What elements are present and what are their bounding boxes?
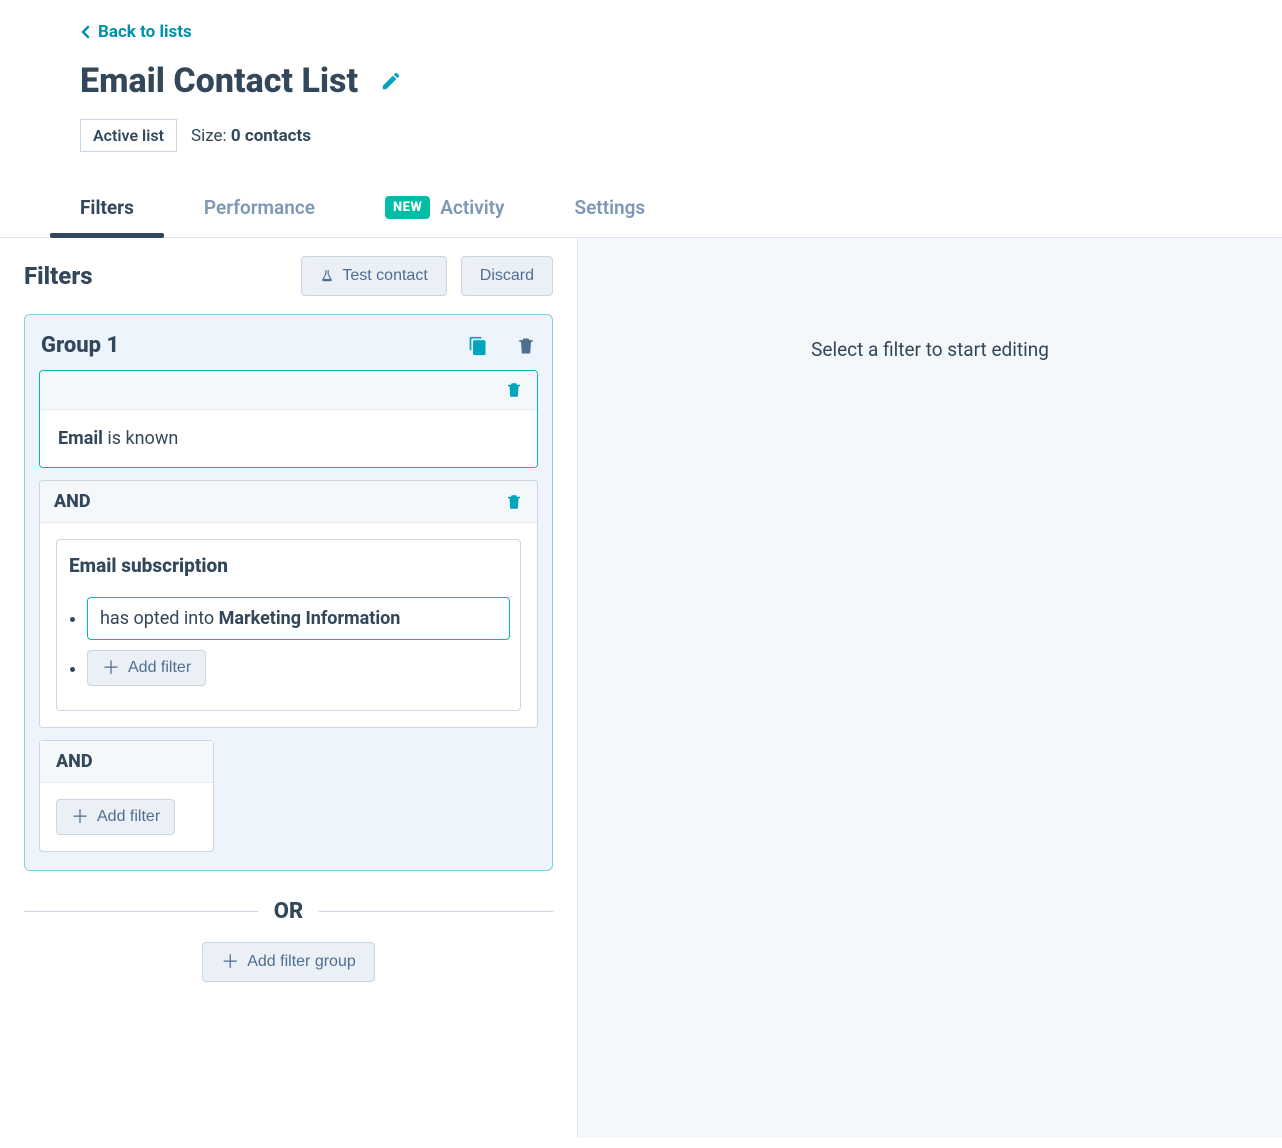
delete-rule-button[interactable] <box>505 381 523 399</box>
edit-title-button[interactable] <box>380 70 402 92</box>
editor-placeholder: Select a filter to start editing <box>578 338 1282 361</box>
and-block: AND ＋ Add filter <box>39 740 214 852</box>
trash-icon <box>516 336 536 356</box>
back-link-label: Back to lists <box>98 22 192 42</box>
back-to-lists-link[interactable]: Back to lists <box>80 22 192 42</box>
discard-button[interactable]: Discard <box>461 256 553 296</box>
filter-rule[interactable]: Email is known <box>39 370 538 468</box>
test-contact-button[interactable]: Test contact <box>301 256 446 296</box>
list-item: has opted into Marketing Information <box>87 597 510 640</box>
rule-header <box>40 371 537 410</box>
subscription-card: Email subscription has opted into Market… <box>56 539 521 711</box>
chevron-left-icon <box>80 25 90 39</box>
plus-icon: ＋ <box>221 953 239 971</box>
filter-group: Group 1 Email is k <box>24 314 553 871</box>
tabs: Filters Performance NEW Activity Setting… <box>0 182 1282 238</box>
delete-group-button[interactable] <box>516 336 536 356</box>
and-label: AND <box>40 741 213 783</box>
trash-icon <box>505 493 523 511</box>
add-filter-group-button[interactable]: ＋ Add filter group <box>202 942 375 982</box>
tab-activity[interactable]: NEW Activity <box>385 182 504 237</box>
editor-panel: Select a filter to start editing <box>578 238 1282 1138</box>
list-size: Size: 0 contacts <box>191 126 311 146</box>
add-filter-button[interactable]: ＋ Add filter <box>87 650 206 686</box>
page-title: Email Contact List <box>80 61 358 101</box>
subscription-title: Email subscription <box>67 554 510 587</box>
panel-title: Filters <box>24 262 93 290</box>
list-item: ＋ Add filter <box>87 650 510 686</box>
add-filter-button[interactable]: ＋ Add filter <box>56 799 175 835</box>
or-label: OR <box>274 899 303 924</box>
tab-performance[interactable]: Performance <box>204 182 315 237</box>
plus-icon: ＋ <box>71 808 89 826</box>
rule-body: Email is known <box>40 410 537 467</box>
delete-rule-button[interactable] <box>505 493 523 511</box>
subscription-rule[interactable]: has opted into Marketing Information <box>87 597 510 640</box>
group-title: Group 1 <box>41 333 119 358</box>
new-badge: NEW <box>385 196 430 219</box>
filter-rule: AND Email subscription has opted into Ma… <box>39 480 538 728</box>
tab-settings[interactable]: Settings <box>574 182 645 237</box>
tab-filters[interactable]: Filters <box>80 182 134 237</box>
clone-group-button[interactable] <box>468 336 488 356</box>
plus-icon: ＋ <box>102 659 120 677</box>
and-label: AND <box>54 491 91 512</box>
or-separator: OR <box>24 899 553 924</box>
filters-panel: Filters Test contact Discard Group 1 <box>0 238 578 1138</box>
status-badge: Active list <box>80 119 177 152</box>
trash-icon <box>505 381 523 399</box>
flask-icon <box>320 268 334 284</box>
copy-icon <box>468 336 488 356</box>
pencil-icon <box>380 70 402 92</box>
rule-header: AND <box>40 481 537 523</box>
